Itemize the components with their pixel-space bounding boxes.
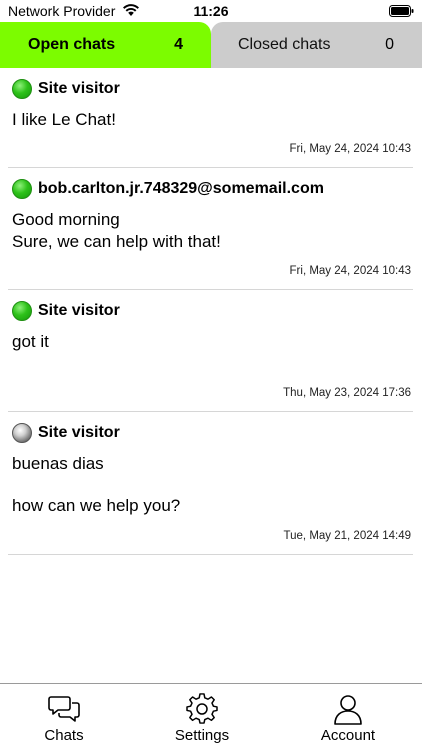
nav-account[interactable]: Account — [288, 684, 408, 750]
chat-visitor-name: Site visitor — [38, 302, 120, 319]
online-status-icon — [12, 79, 32, 99]
chat-header: Site visitor — [12, 78, 120, 100]
chat-list-item[interactable]: Site visitor buenas dias how can we help… — [8, 412, 413, 555]
tab-closed-chats-count: 0 — [385, 36, 394, 53]
clock: 11:26 — [193, 3, 229, 19]
nav-chats[interactable]: Chats — [4, 684, 124, 750]
chat-timestamp: Tue, May 21, 2024 14:49 — [283, 530, 411, 542]
tab-open-chats-count: 4 — [174, 36, 183, 53]
chat-message-line: Good morning — [12, 210, 120, 229]
person-icon — [334, 695, 362, 725]
chat-message-line: Sure, we can help with that! — [12, 232, 221, 251]
online-status-icon — [12, 179, 32, 199]
chat-message-line: buenas dias — [12, 454, 104, 473]
tab-open-chats-label: Open chats — [28, 36, 116, 53]
chat-header: Site visitor — [12, 422, 120, 444]
chats-icon — [48, 696, 80, 722]
nav-settings[interactable]: Settings — [142, 684, 262, 750]
chat-list-item[interactable]: bob.carlton.jr.748329@somemail.com Good … — [8, 168, 413, 290]
chat-tabs: Open chats 4 Closed chats 0 — [0, 22, 422, 68]
chat-visitor-name: Site visitor — [38, 424, 120, 441]
chat-timestamp: Fri, May 24, 2024 10:43 — [289, 265, 411, 277]
status-bar: Network Provider 11:26 — [0, 0, 422, 22]
tab-closed-chats-label: Closed chats — [238, 36, 331, 53]
bottom-nav: Chats Settings Account — [0, 683, 422, 750]
nav-account-label: Account — [320, 727, 376, 744]
chat-visitor-name: bob.carlton.jr.748329@somemail.com — [38, 180, 324, 197]
chat-visitor-name: Site visitor — [38, 80, 120, 97]
chat-list-item[interactable]: Site visitor I like Le Chat! Fri, May 24… — [8, 68, 413, 168]
tab-closed-chats[interactable]: Closed chats 0 — [211, 22, 422, 68]
chat-timestamp: Fri, May 24, 2024 10:43 — [289, 143, 411, 155]
chat-message-line: how can we help you? — [12, 496, 181, 515]
gear-icon — [186, 693, 218, 724]
chat-header: Site visitor — [12, 300, 120, 322]
chat-list-item[interactable]: Site visitor got it Thu, May 23, 2024 17… — [8, 290, 413, 412]
chat-header: bob.carlton.jr.748329@somemail.com — [12, 178, 324, 200]
battery-icon — [389, 5, 414, 17]
offline-status-icon — [12, 423, 32, 443]
nav-settings-label: Settings — [174, 727, 230, 744]
chat-message: got it — [12, 332, 49, 351]
chat-timestamp: Thu, May 23, 2024 17:36 — [283, 387, 411, 399]
chat-message: I like Le Chat! — [12, 110, 116, 129]
tab-open-chats[interactable]: Open chats 4 — [0, 22, 211, 68]
online-status-icon — [12, 301, 32, 321]
nav-chats-label: Chats — [44, 727, 84, 744]
